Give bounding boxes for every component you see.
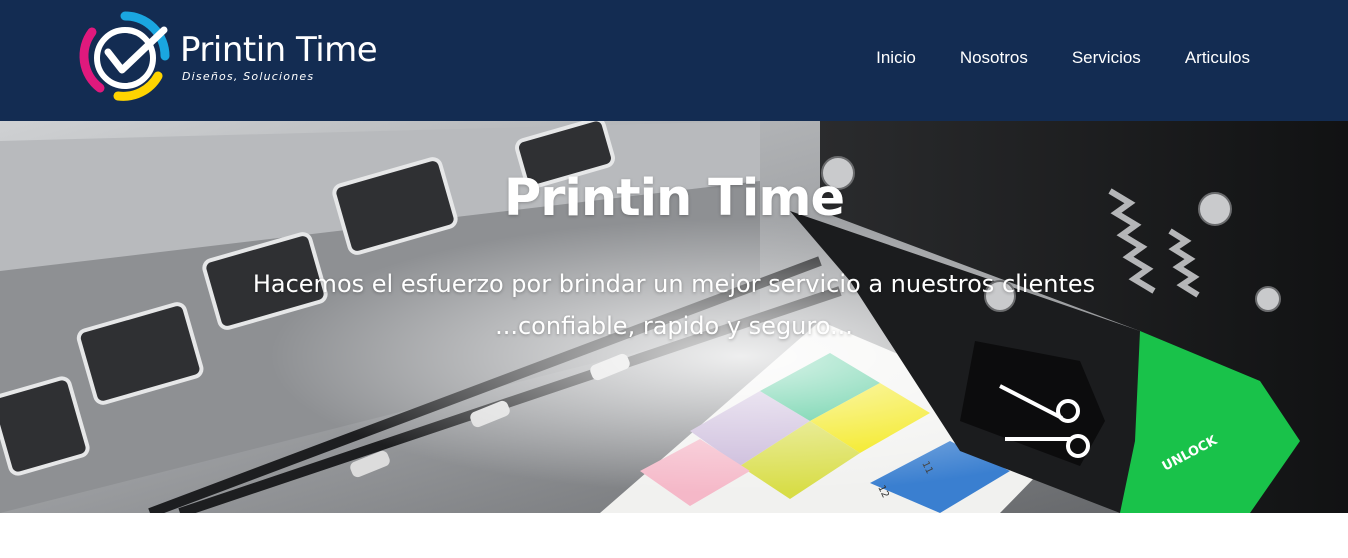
nav-item-inicio[interactable]: Inicio (876, 48, 916, 68)
hero-subtitle: Hacemos el esfuerzo por brindar un mejor… (252, 270, 1096, 340)
nav-item-articulos[interactable]: Articulos (1185, 48, 1250, 68)
site-header: Printin Time Diseños, Soluciones Inicio … (0, 0, 1348, 121)
site-logo[interactable]: Printin Time Diseños, Soluciones (78, 8, 398, 108)
nav-item-nosotros[interactable]: Nosotros (960, 48, 1028, 68)
main-nav: Inicio Nosotros Servicios Articulos (832, 48, 1250, 68)
logo-title: Printin Time (180, 30, 378, 70)
logo-clock-check-icon (79, 11, 170, 101)
hero-banner: 10 11 12 UNLOCK (0, 121, 1348, 513)
nav-item-servicios[interactable]: Servicios (1072, 48, 1141, 68)
logo-tagline: Diseños, Soluciones (182, 70, 315, 83)
hero-title: Printin Time (503, 169, 845, 228)
